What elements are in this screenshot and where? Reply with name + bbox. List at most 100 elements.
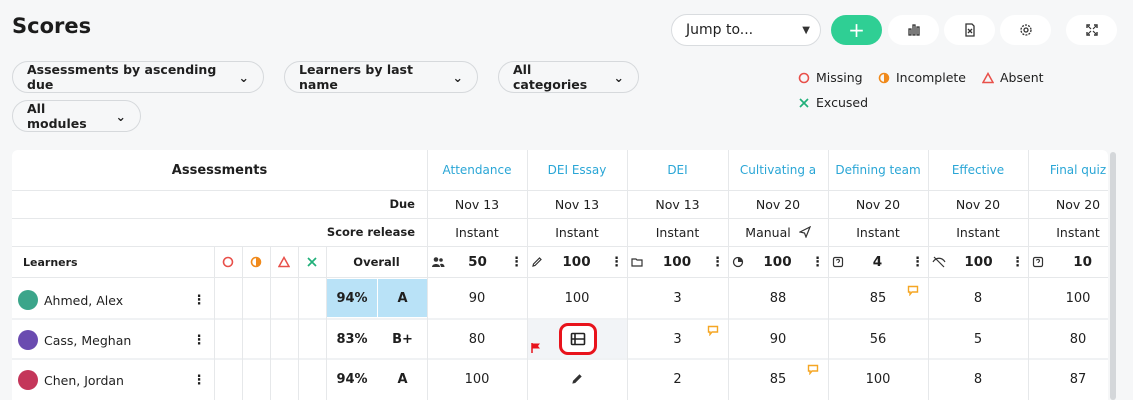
vertical-scrollbar[interactable]: [1110, 152, 1116, 400]
score-release: Manual: [745, 224, 791, 240]
score-cell[interactable]: 5: [928, 320, 1028, 358]
score-cell[interactable]: 100: [828, 360, 928, 398]
column-header-cultivating[interactable]: Cultivating a: [728, 162, 828, 178]
column-header-dei[interactable]: DEI: [627, 162, 728, 178]
points-value: 100: [562, 254, 591, 270]
absent-icon: [982, 71, 994, 83]
overall-label: Overall: [353, 255, 400, 269]
question-box-icon: [1032, 256, 1044, 268]
score-cell[interactable]: 100: [527, 279, 627, 317]
edit-score-cell[interactable]: [527, 360, 627, 398]
avatar: [18, 370, 38, 390]
score-cell[interactable]: 56: [828, 320, 928, 358]
score-cell[interactable]: 80: [1028, 320, 1108, 358]
legend-label: Missing: [816, 70, 863, 85]
comment-icon[interactable]: [907, 285, 919, 296]
score-cell[interactable]: 100: [427, 360, 527, 398]
overall-percent: 94%: [336, 371, 368, 387]
modules-filter[interactable]: All modules ⌄: [12, 100, 141, 132]
column-header-attendance[interactable]: Attendance: [427, 162, 527, 178]
missing-icon: [798, 72, 810, 83]
flag-icon[interactable]: [530, 342, 542, 354]
filter-label: Assessments by ascending due: [27, 62, 217, 92]
filter-label: All categories: [513, 62, 588, 92]
view-submission-button[interactable]: [558, 323, 597, 355]
legend-missing: Missing: [798, 70, 863, 85]
pie-chart-icon: [732, 256, 744, 268]
excel-file-icon: [964, 23, 975, 37]
points-cell: 100 ⋮: [631, 252, 724, 272]
comment-icon[interactable]: [807, 364, 819, 375]
legend-label: Absent: [1000, 70, 1044, 85]
more-options-icon[interactable]: ⋮: [192, 370, 206, 390]
bar-chart-icon: [907, 24, 920, 36]
pencil-icon: [532, 257, 542, 267]
learner-name[interactable]: Ahmed, Alex: [44, 290, 194, 310]
more-options-icon[interactable]: ⋮: [711, 255, 724, 270]
due-date: Nov 20: [955, 196, 1001, 212]
excused-filter-icon[interactable]: [304, 254, 320, 270]
incomplete-icon: [878, 72, 890, 83]
categories-filter[interactable]: All categories ⌄: [498, 61, 639, 93]
export-excel-button[interactable]: [944, 15, 995, 45]
absent-filter-icon[interactable]: [276, 254, 292, 270]
due-date: Nov 20: [1055, 196, 1101, 212]
add-button[interactable]: +: [831, 15, 882, 45]
score-cell[interactable]: 2: [627, 360, 728, 398]
fullscreen-button[interactable]: [1066, 15, 1117, 45]
filter-label: All modules: [27, 101, 87, 131]
score-cell[interactable]: 8: [928, 279, 1028, 317]
chevron-down-icon: ⌄: [452, 69, 463, 85]
incomplete-filter-icon[interactable]: [248, 254, 264, 270]
more-options-icon[interactable]: ⋮: [811, 255, 824, 270]
comment-icon[interactable]: [707, 325, 719, 336]
learner-name[interactable]: Chen, Jordan: [44, 370, 194, 390]
question-box-icon: [832, 256, 844, 268]
submission-cell[interactable]: [528, 320, 627, 358]
column-header-effective[interactable]: Effective: [928, 162, 1028, 178]
due-date: Nov 13: [454, 196, 500, 212]
points-value: 100: [662, 254, 692, 270]
document-view-icon: [570, 332, 585, 346]
more-options-icon[interactable]: ⋮: [192, 290, 206, 310]
points-cell: 50 ⋮: [431, 252, 523, 272]
sort-learners-filter[interactable]: Learners by last name ⌄: [284, 61, 478, 93]
more-options-icon[interactable]: ⋮: [610, 255, 623, 270]
points-cell: 10: [1032, 252, 1092, 272]
score-cell[interactable]: 8: [928, 360, 1028, 398]
column-header-dei-essay[interactable]: DEI Essay: [527, 162, 627, 178]
excused-icon: [799, 97, 809, 108]
more-options-icon[interactable]: ⋮: [1011, 255, 1024, 270]
score-cell[interactable]: 88: [728, 279, 828, 317]
score-cell[interactable]: 87: [1028, 360, 1108, 398]
more-options-icon[interactable]: ⋮: [510, 255, 523, 270]
scores-table: Assessments Due Score release Learners O…: [12, 150, 1108, 400]
legend-label: Incomplete: [896, 70, 966, 85]
settings-button[interactable]: [1000, 15, 1051, 45]
overall-grade: A: [397, 371, 408, 387]
column-header-defining-team[interactable]: Defining team: [828, 162, 928, 178]
score-cell[interactable]: 80: [427, 320, 527, 358]
due-label: Due: [389, 197, 415, 211]
jump-to-select[interactable]: Jump to... ▼: [671, 14, 821, 46]
column-header-final-quiz[interactable]: Final quiz: [1028, 162, 1108, 178]
learner-name[interactable]: Cass, Meghan: [44, 330, 194, 350]
missing-filter-icon[interactable]: [220, 254, 236, 270]
points-cell: 100 ⋮: [732, 252, 824, 272]
plus-icon: +: [848, 18, 865, 42]
more-options-icon[interactable]: ⋮: [911, 255, 924, 270]
score-cell[interactable]: 3: [627, 279, 728, 317]
legend-excused: Excused: [798, 95, 868, 110]
assessments-header: Assessments: [171, 162, 268, 178]
statistics-button[interactable]: [888, 15, 939, 45]
due-date: Nov 13: [655, 196, 700, 212]
sort-assessments-filter[interactable]: Assessments by ascending due ⌄: [12, 61, 264, 93]
page-title: Scores: [12, 14, 92, 38]
score-cell[interactable]: 100: [1028, 279, 1108, 317]
score-cell[interactable]: 90: [427, 279, 527, 317]
score-cell[interactable]: 90: [728, 320, 828, 358]
more-options-icon[interactable]: ⋮: [192, 330, 206, 350]
score-release: Instant: [1056, 224, 1100, 240]
points-value: 50: [468, 254, 487, 270]
score-release-manual[interactable]: Manual: [728, 222, 828, 242]
